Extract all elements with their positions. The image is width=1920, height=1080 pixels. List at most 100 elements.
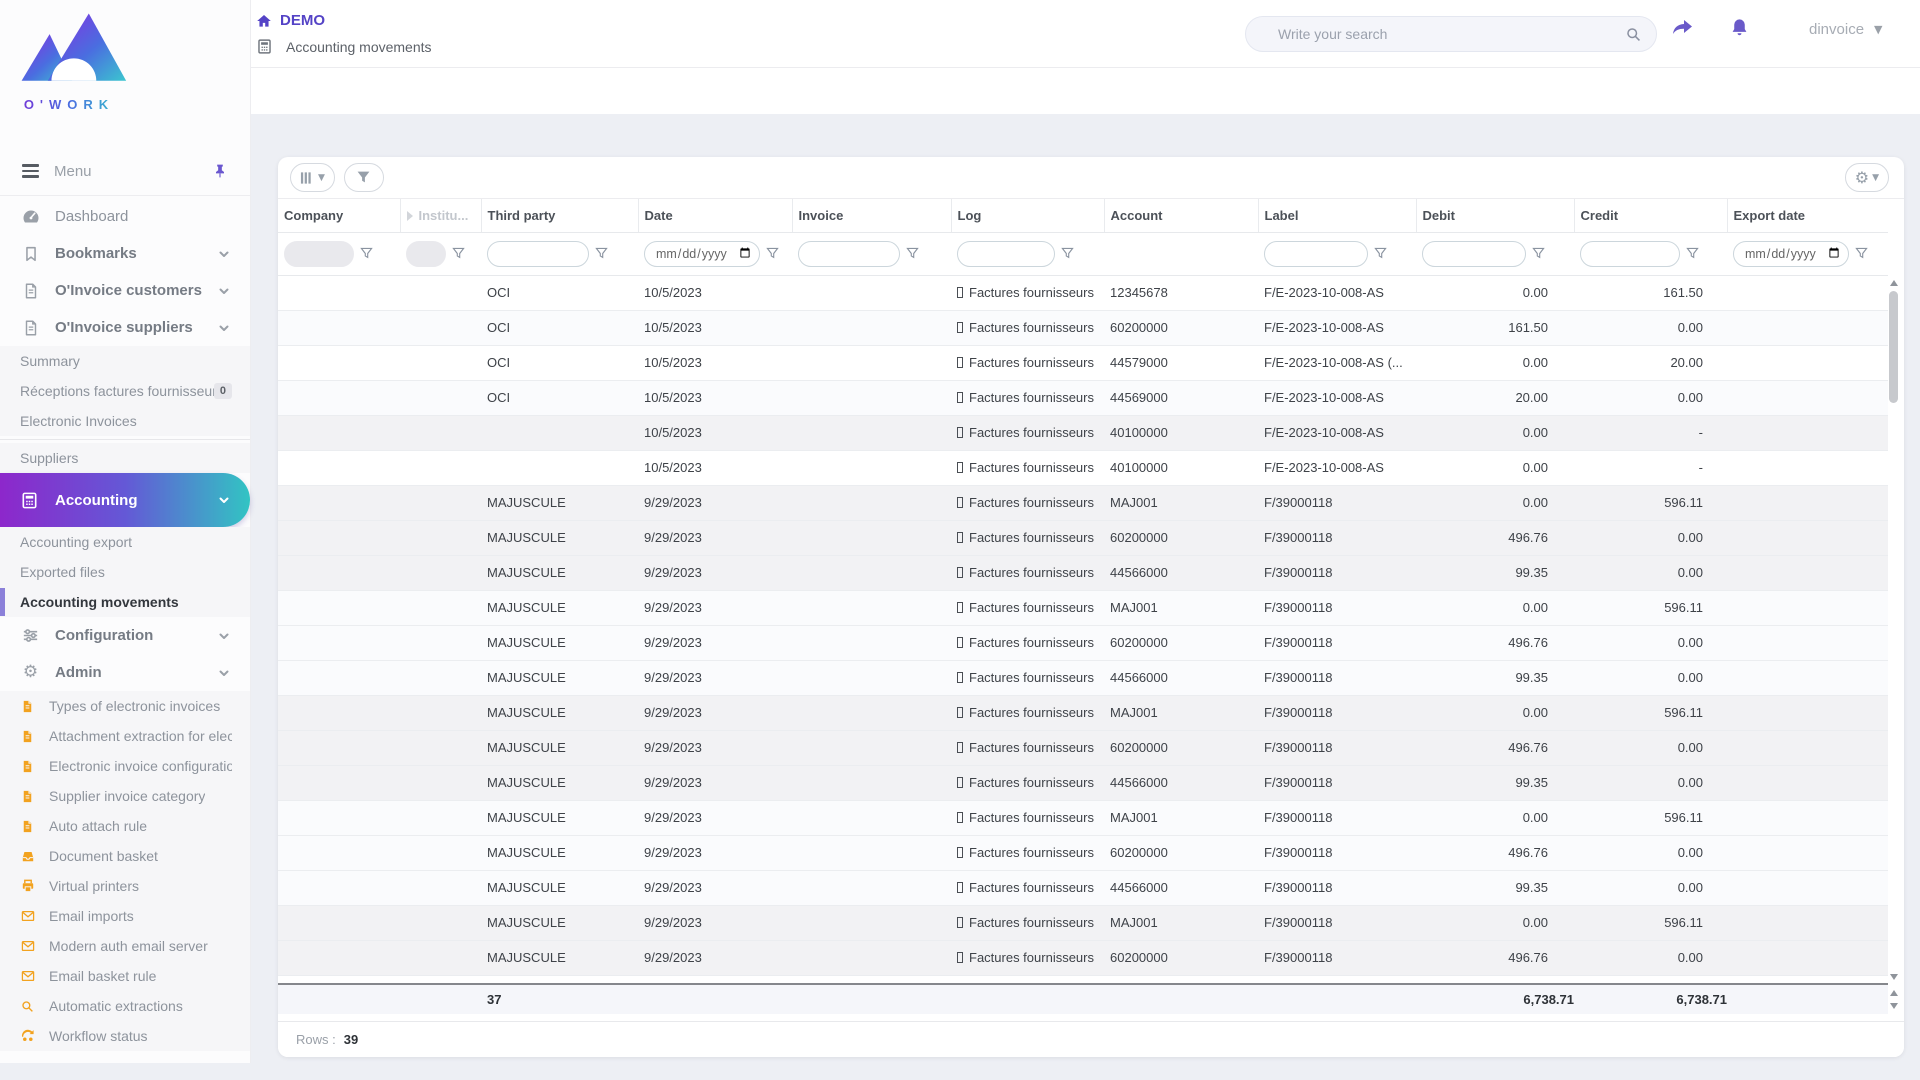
- sidebar-item-electronic-invoices[interactable]: Electronic Invoices: [0, 406, 250, 436]
- date-filter-input[interactable]: [644, 240, 760, 267]
- table-row[interactable]: MAJUSCULE 9/29/2023 Factures fournisseurs M…: [278, 800, 1888, 836]
- table-row[interactable]: MAJUSCULE 9/29/2023 Factures fournisseurs 4…: [278, 555, 1888, 591]
- sidebar-item-document-basket[interactable]: Document basket: [0, 841, 250, 871]
- debit-filter-input[interactable]: [1422, 240, 1526, 267]
- table-row[interactable]: MAJUSCULE 9/29/2023 Factures fournisseurs 4…: [278, 660, 1888, 696]
- funnel-icon[interactable]: [1532, 247, 1545, 260]
- col-export-date[interactable]: Export date: [1726, 199, 1888, 233]
- sidebar-item-electronic-invoice-configuration[interactable]: Electronic invoice configuration: [0, 751, 250, 781]
- sidebar-item-automatic-extractions[interactable]: Automatic extractions: [0, 991, 250, 1021]
- sidebar-item-configuration[interactable]: Configuration: [0, 617, 250, 654]
- sidebar-item-email-imports[interactable]: Email imports: [0, 901, 250, 931]
- totals-scroll-arrows[interactable]: [1887, 990, 1900, 1009]
- sidebar-item-exported-files[interactable]: Exported files: [0, 557, 250, 587]
- cell-export-date: [1727, 345, 1888, 381]
- credit-filter-input[interactable]: [1580, 240, 1680, 267]
- table-row[interactable]: MAJUSCULE 9/29/2023 Factures fournisseurs 6…: [278, 730, 1888, 766]
- funnel-icon[interactable]: [1686, 247, 1699, 260]
- table-row[interactable]: MAJUSCULE 9/29/2023 Factures fournisseurs 6…: [278, 625, 1888, 661]
- col-invoice[interactable]: Invoice: [791, 199, 951, 233]
- table-row[interactable]: MAJUSCULE 9/29/2023 Factures fournisseurs M…: [278, 905, 1888, 941]
- sidebar-item-o-invoice-suppliers[interactable]: O'Invoice suppliers: [0, 309, 250, 346]
- columns-button[interactable]: ▼: [290, 163, 335, 192]
- table-row[interactable]: MAJUSCULE 9/29/2023 Factures fournisseurs 4…: [278, 765, 1888, 801]
- funnel-icon[interactable]: [1061, 247, 1074, 260]
- table-row[interactable]: MAJUSCULE 9/29/2023 Factures fournisseurs M…: [278, 695, 1888, 731]
- invoice-filter-input[interactable]: [798, 240, 900, 267]
- sidebar-item-dashboard[interactable]: Dashboard: [0, 198, 250, 235]
- sidebar-item-accounting[interactable]: Accounting: [0, 473, 250, 527]
- third-party-filter-input[interactable]: [487, 240, 589, 267]
- table-row[interactable]: OCI 10/5/2023 Factures fournisseurs 4456900…: [278, 380, 1888, 416]
- sidebar-item-modern-auth-email-server[interactable]: Modern auth email server: [0, 931, 250, 961]
- sidebar-item-summary[interactable]: Summary: [0, 346, 250, 376]
- table-row[interactable]: 10/5/2023 Factures fournisseurs 40100000 F/…: [278, 450, 1888, 486]
- table-settings-button[interactable]: ⚙ ▼: [1844, 163, 1889, 192]
- col-account[interactable]: Account: [1103, 199, 1258, 233]
- sidebar-item-supplier-invoice-category[interactable]: Supplier invoice category: [0, 781, 250, 811]
- cell-credit: 0.00: [1574, 625, 1727, 661]
- breadcrumb[interactable]: DEMO: [256, 12, 325, 29]
- sidebar-item-email-basket-rule[interactable]: Email basket rule: [0, 961, 250, 991]
- sidebar-item-accounting-movements[interactable]: Accounting movements: [0, 587, 250, 617]
- table-row[interactable]: MAJUSCULE 9/29/2023 Factures fournisseurs M…: [278, 485, 1888, 521]
- cell-credit: 0.00: [1574, 940, 1727, 976]
- col-debit[interactable]: Debit: [1415, 199, 1574, 233]
- menu-label: Menu: [54, 162, 92, 180]
- cell-label: F/39000118: [1258, 555, 1416, 591]
- sidebar-item-workflow-status[interactable]: Workflow status: [0, 1021, 250, 1051]
- cell-invoice: [792, 765, 951, 801]
- funnel-icon[interactable]: [452, 247, 465, 260]
- log-filter-input[interactable]: [957, 240, 1055, 267]
- sidebar-item-suppliers[interactable]: Suppliers: [0, 443, 250, 473]
- col-credit[interactable]: Credit: [1573, 199, 1727, 233]
- bell-icon[interactable]: [1728, 17, 1751, 40]
- sidebar-item-accounting-export[interactable]: Accounting export: [0, 527, 250, 557]
- funnel-icon[interactable]: [906, 247, 919, 260]
- sidebar-item-attachment-extraction-for-electroni[interactable]: Attachment extraction for electroni: [0, 721, 250, 751]
- col-log[interactable]: Log: [950, 199, 1104, 233]
- app-logo[interactable]: O'WORK: [0, 0, 250, 147]
- funnel-icon[interactable]: [1855, 247, 1868, 260]
- user-menu[interactable]: dinvoice ▼: [1809, 21, 1883, 38]
- table-row[interactable]: MAJUSCULE 9/29/2023 Factures fournisseurs 4…: [278, 870, 1888, 906]
- sidebar-item-o-invoice-customers[interactable]: O'Invoice customers: [0, 272, 250, 309]
- col-third-party[interactable]: Third party: [480, 199, 638, 233]
- sidebar-item-types-of-electronic-invoices[interactable]: Types of electronic invoices: [0, 691, 250, 721]
- search-icon[interactable]: [1625, 26, 1642, 43]
- funnel-icon[interactable]: [360, 247, 373, 260]
- sidebar-item-r-ceptions-factures-fournisseurs[interactable]: Réceptions factures fournisseurs 0: [0, 376, 250, 406]
- funnel-icon[interactable]: [1374, 247, 1387, 260]
- search-input[interactable]: [1276, 25, 1625, 43]
- sidebar-item-admin[interactable]: ⚙ Admin: [0, 654, 250, 691]
- table-row[interactable]: OCI 10/5/2023 Factures fournisseurs 1234567…: [278, 275, 1888, 311]
- sidebar-item-auto-attach-rule[interactable]: Auto attach rule: [0, 811, 250, 841]
- funnel-icon[interactable]: [766, 247, 779, 260]
- col-date[interactable]: Date: [637, 199, 792, 233]
- table-row[interactable]: 10/5/2023 Factures fournisseurs 40100000 F/…: [278, 415, 1888, 451]
- table-row[interactable]: OCI 10/5/2023 Factures fournisseurs 6020000…: [278, 310, 1888, 346]
- cell-third-party: OCI: [481, 345, 638, 381]
- sidebar-item-bookmarks[interactable]: Bookmarks: [0, 235, 250, 272]
- label-filter-input[interactable]: [1264, 240, 1368, 267]
- hamburger-icon[interactable]: [22, 164, 39, 178]
- table-row[interactable]: MAJUSCULE 9/29/2023 Factures fournisseurs 6…: [278, 835, 1888, 871]
- funnel-icon[interactable]: [595, 247, 608, 260]
- table-row[interactable]: MAJUSCULE 9/29/2023 Factures fournisseurs M…: [278, 590, 1888, 626]
- sidebar: O'WORK Menu Dashboard Bookmarks O'Invoice …: [0, 0, 251, 1063]
- invoice-icon: [20, 280, 41, 301]
- table-row[interactable]: MAJUSCULE 9/29/2023 Factures fournisseurs 6…: [278, 520, 1888, 556]
- col-company[interactable]: Company: [278, 199, 400, 233]
- cell-account: MAJ001: [1104, 800, 1258, 836]
- filter-button[interactable]: [343, 163, 384, 192]
- pin-icon[interactable]: [212, 163, 228, 179]
- table-row[interactable]: MAJUSCULE 9/29/2023 Factures fournisseurs 6…: [278, 940, 1888, 976]
- export-date-filter-input[interactable]: [1733, 240, 1849, 267]
- vertical-scrollbar[interactable]: [1887, 280, 1900, 980]
- missing-glyph-icon: [957, 567, 963, 578]
- sidebar-item-virtual-printers[interactable]: Virtual printers: [0, 871, 250, 901]
- col-institution[interactable]: Institu...: [399, 199, 481, 233]
- table-row[interactable]: OCI 10/5/2023 Factures fournisseurs 4457900…: [278, 345, 1888, 381]
- col-label[interactable]: Label: [1257, 199, 1416, 233]
- share-icon[interactable]: [1670, 17, 1695, 39]
